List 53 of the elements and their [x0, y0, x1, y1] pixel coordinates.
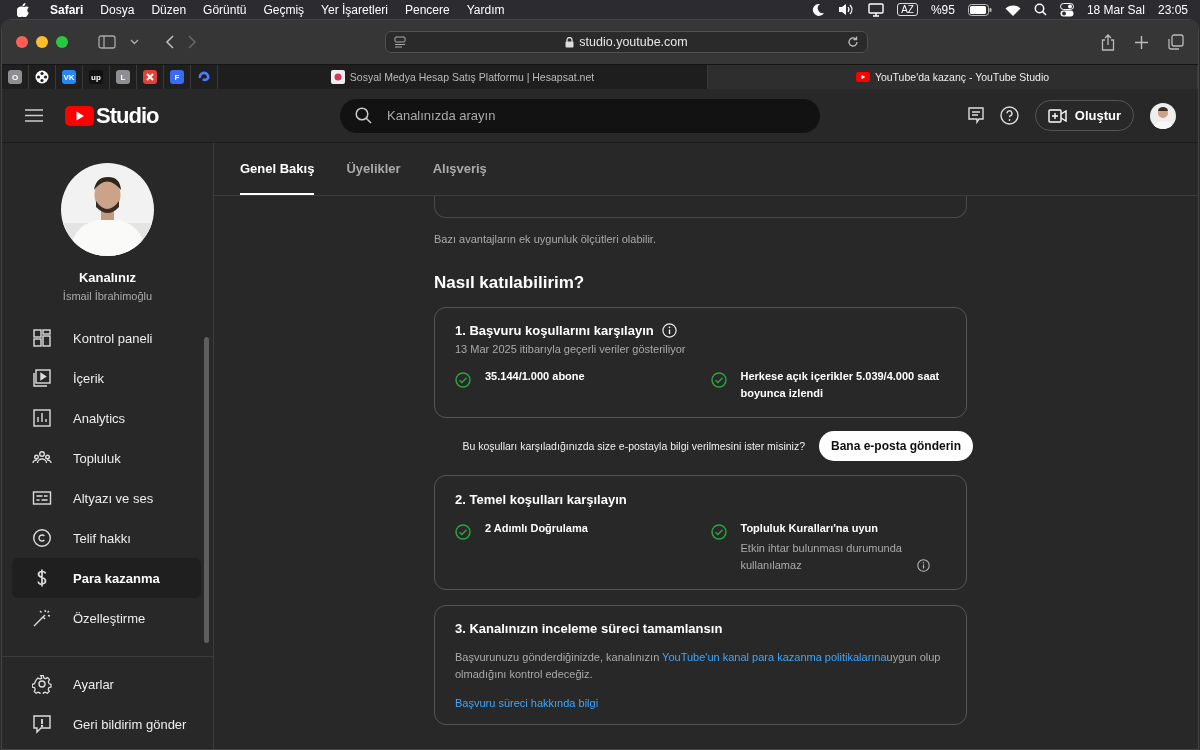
- site-logo: L: [116, 70, 130, 84]
- eligibility-note: Bazı avantajların ek uygunluk ölçütleri olabilir.: [434, 233, 657, 245]
- sidebar-item[interactable]: Geri bildirim gönder: [12, 704, 201, 744]
- app-menu[interactable]: Safari: [50, 2, 84, 17]
- sidebar-item[interactable]: Özelleştirme: [12, 598, 201, 638]
- address-bar[interactable]: studio.youtube.com: [385, 31, 868, 53]
- card-title: 3. Kanalınızın inceleme süreci tamamlansın: [455, 621, 724, 636]
- requirement-text: Herkese açık içerikler 5.039/4.000 saat boyunca izlendi: [740, 369, 941, 401]
- channel-name: İsmail İbrahimoğlu: [62, 290, 153, 302]
- requirement-text: 2 Adımlı Doğrulama: [485, 521, 588, 536]
- input-source[interactable]: AZ: [897, 3, 918, 16]
- site-logo: VK: [62, 70, 76, 84]
- menu-item[interactable]: Yer İşaretleri: [321, 2, 388, 17]
- requirement-note: Etkin ihtar bulunması durumunda kullanılamaz: [740, 541, 903, 573]
- sidebar-item[interactable]: Analytics: [12, 398, 201, 438]
- sidebar-item[interactable]: Ayarlar: [12, 664, 201, 704]
- url-text: studio.youtube.com: [579, 35, 688, 49]
- menu-item[interactable]: Geçmiş: [263, 2, 305, 17]
- process-info-link[interactable]: Başvuru süreci hakkında bilgi: [455, 697, 599, 709]
- tab[interactable]: Üyelikler: [346, 143, 401, 195]
- menu-item[interactable]: Görüntü: [203, 2, 247, 17]
- sidebar-item[interactable]: Kontrol paneli: [12, 318, 201, 358]
- menu-item[interactable]: Düzen: [151, 2, 187, 17]
- sidebar-item[interactable]: Telif hakkı: [12, 518, 201, 558]
- menubar-date: 18 Mar Sal: [1086, 2, 1145, 17]
- sidebar-item[interactable]: Topluluk: [12, 438, 201, 478]
- sidebar-item[interactable]: Para kazanma: [12, 558, 201, 598]
- section-title: Nasıl katılabilirim?: [434, 273, 586, 293]
- channel-label: Kanalınız: [78, 270, 137, 285]
- card-title: 2. Temel koşulları karşılayın: [455, 492, 627, 507]
- battery-percent: %95: [930, 2, 955, 17]
- card-title: 1. Başvuru koşullarını karşılayın: [455, 323, 654, 338]
- menu-item[interactable]: Yardım: [466, 2, 505, 17]
- browser-tab[interactable]: YouTube'da kazanç - YouTube Studio: [708, 65, 1198, 89]
- sidebar-item[interactable]: İçerik: [12, 358, 201, 398]
- menu-item[interactable]: Pencere: [405, 2, 450, 17]
- policy-link[interactable]: YouTube'un kanal para kazanma politikalarına: [662, 651, 887, 663]
- site-logo: up: [89, 70, 103, 84]
- requirement-text: Topluluk Kuralları'na uyun: [740, 521, 879, 536]
- search-field[interactable]: Kanalınızda arayın: [340, 98, 820, 133]
- tab[interactable]: Alışveriş: [432, 143, 487, 195]
- studio-logo-text[interactable]: Studio: [96, 102, 159, 129]
- site-logo: O: [8, 70, 22, 84]
- sidebar-item[interactable]: Altyazı ve ses: [12, 478, 201, 518]
- email-prompt: Bu koşulları karşıladığınızda size e-postayla bilgi verilmesini ister misiniz?: [462, 440, 805, 452]
- menu-item[interactable]: Dosya: [100, 2, 135, 17]
- email-me-button[interactable]: Bana e-posta gönderin: [819, 431, 973, 461]
- tab[interactable]: Genel Bakış: [240, 143, 315, 195]
- requirement-text: 35.144/1.000 abone: [485, 369, 585, 384]
- data-date: 13 Mar 2025 itibarıyla geçerli veriler gösteriliyor: [455, 343, 687, 355]
- review-description: Başvurunuzu gönderdiğinizde, kanalınızın YouTube'un kanal para kazanma politikalarınauygun olup olmadığını kontrol edeceğiz.: [455, 650, 942, 682]
- menubar-clock: 23:05: [1157, 2, 1188, 17]
- site-logo: F: [170, 70, 184, 84]
